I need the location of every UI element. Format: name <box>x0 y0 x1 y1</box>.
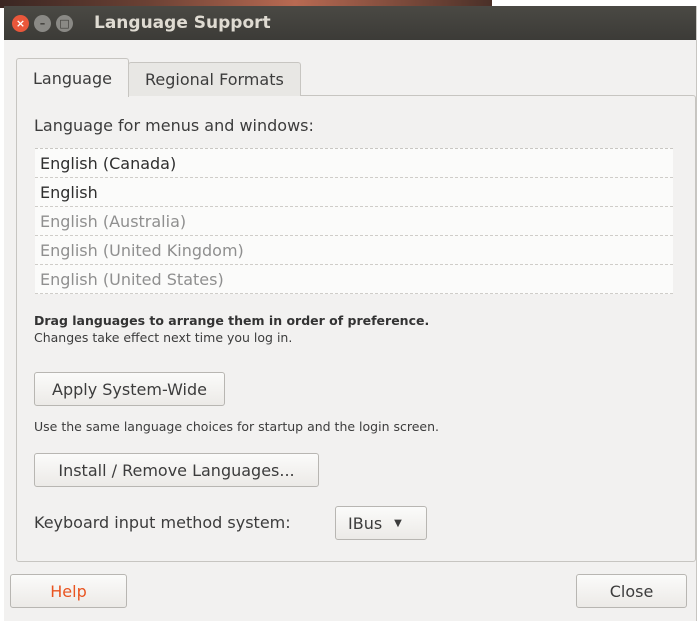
keyboard-input-label: Keyboard input method system: <box>34 513 291 532</box>
tab-notebook: Language Regional Formats Language for m… <box>16 58 696 563</box>
language-item-english-canada[interactable]: English (Canada) <box>35 149 673 178</box>
language-tab-page: Language for menus and windows: English … <box>16 95 696 562</box>
window-title: Language Support <box>94 13 271 33</box>
tab-language[interactable]: Language <box>16 58 129 97</box>
language-support-window: × – □ Language Support Language Regional… <box>4 6 697 621</box>
language-item-english[interactable]: English <box>35 178 673 207</box>
apply-description: Use the same language choices for startu… <box>34 419 439 434</box>
tab-bar: Language Regional Formats <box>16 58 696 97</box>
close-button[interactable]: Close <box>576 574 687 608</box>
tab-regional-formats[interactable]: Regional Formats <box>127 62 301 96</box>
apply-system-wide-button[interactable]: Apply System-Wide <box>34 372 225 406</box>
language-item-english-australia[interactable]: English (Australia) <box>35 207 673 236</box>
language-list-empty-row <box>35 294 673 311</box>
title-bar[interactable]: × – □ Language Support <box>4 6 696 40</box>
effect-note: Changes take effect next time you log in… <box>34 330 293 345</box>
language-list-heading: Language for menus and windows: <box>34 116 314 135</box>
language-item-english-uk[interactable]: English (United Kingdom) <box>35 236 673 265</box>
language-list[interactable]: English (Canada) English English (Austra… <box>35 148 673 294</box>
drag-instruction: Drag languages to arrange them in order … <box>34 313 430 328</box>
window-minimize-icon[interactable]: – <box>34 14 51 32</box>
keyboard-input-method-value: IBus <box>348 513 383 533</box>
window-maximize-icon[interactable]: □ <box>56 14 73 32</box>
help-button[interactable]: Help <box>10 574 127 608</box>
triangle-down-icon: ▼ <box>394 517 402 529</box>
window-close-icon[interactable]: × <box>12 14 29 32</box>
language-item-english-us[interactable]: English (United States) <box>35 265 673 294</box>
install-remove-languages-button[interactable]: Install / Remove Languages... <box>34 453 319 487</box>
keyboard-input-method-select[interactable]: IBus ▼ <box>335 506 427 540</box>
